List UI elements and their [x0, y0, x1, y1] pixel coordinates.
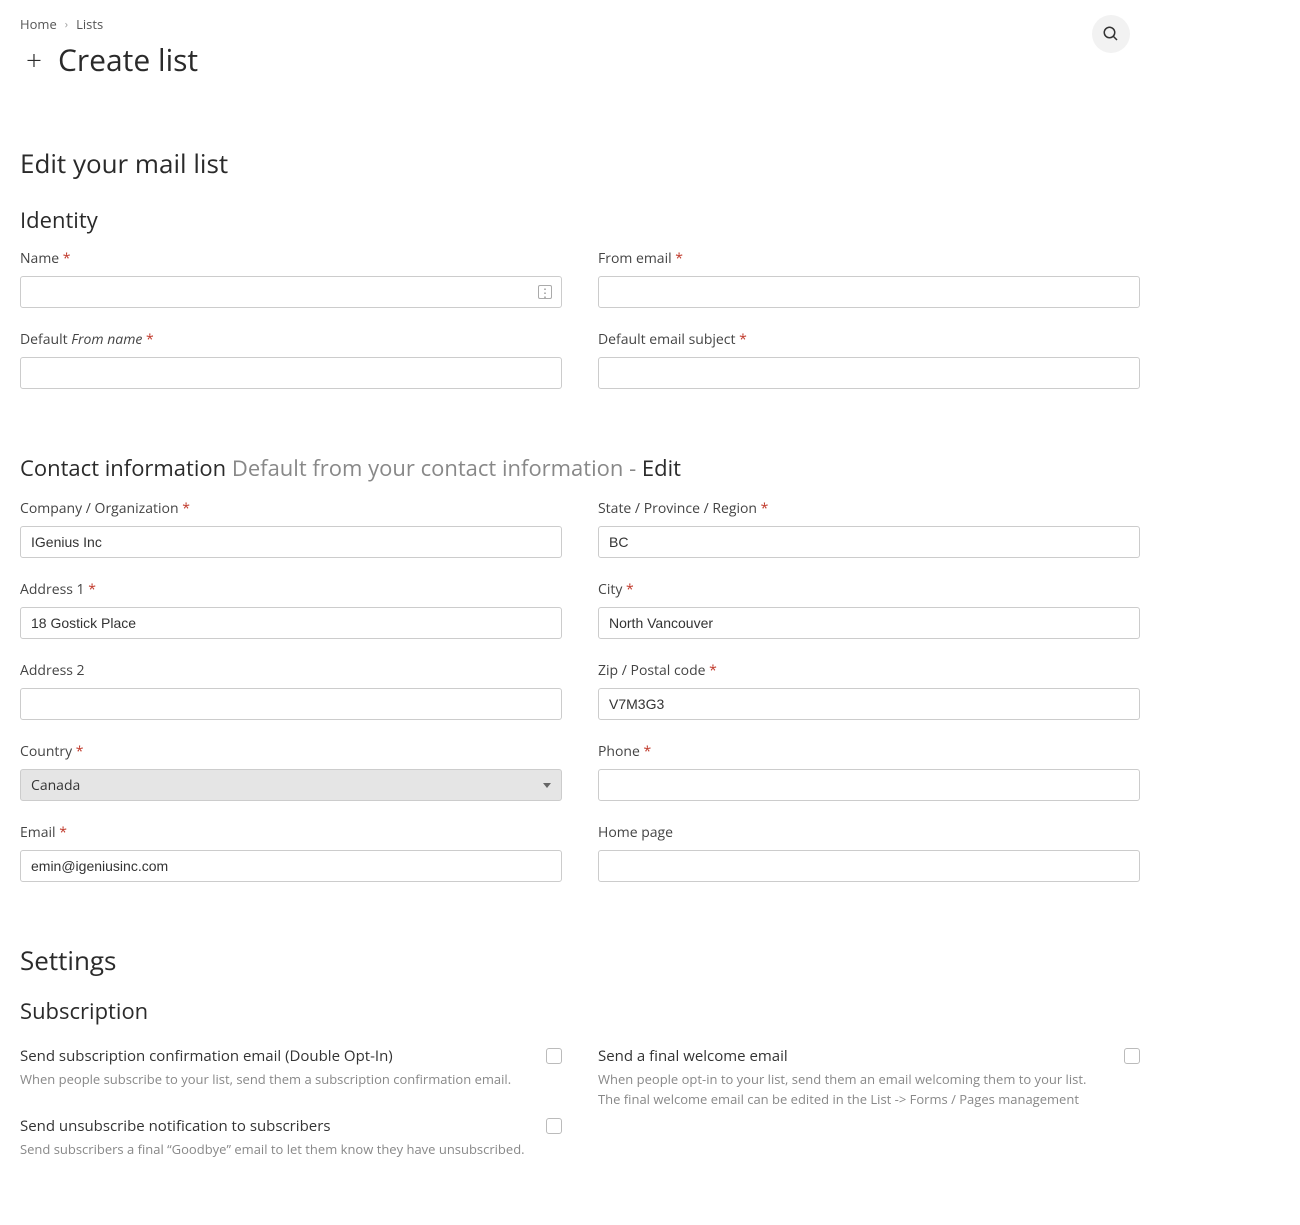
address1-input[interactable] — [20, 607, 562, 639]
section-edit-mail-list: Edit your mail list — [20, 145, 1280, 181]
autofill-icon: ⋮ — [538, 285, 552, 299]
zip-label: Zip / Postal code * — [598, 661, 1140, 680]
default-subject-label: Default email subject * — [598, 330, 1140, 349]
setting-confirm-title: Send subscription confirmation email (Do… — [20, 1046, 530, 1066]
from-email-label: From email * — [598, 249, 1140, 268]
country-select[interactable]: Canada — [20, 769, 562, 801]
breadcrumb-home[interactable]: Home — [20, 15, 57, 33]
page-title: Create list — [58, 39, 198, 80]
address2-input[interactable] — [20, 688, 562, 720]
default-from-name-label: Default From name * — [20, 330, 562, 349]
setting-unsubscribe-title: Send unsubscribe notification to subscri… — [20, 1116, 530, 1136]
setting-unsubscribe-desc: Send subscribers a final “Goodbye” email… — [20, 1140, 530, 1160]
email-input[interactable] — [20, 850, 562, 882]
search-button[interactable] — [1092, 15, 1130, 53]
edit-contact-link[interactable]: Edit — [642, 453, 681, 483]
breadcrumb-lists[interactable]: Lists — [76, 15, 103, 33]
country-label: Country * — [20, 742, 562, 761]
chevron-down-icon — [543, 783, 551, 788]
default-from-name-input[interactable] — [20, 357, 562, 389]
section-settings: Settings — [20, 942, 1280, 978]
address2-label: Address 2 — [20, 661, 562, 680]
section-identity: Identity — [20, 205, 1280, 235]
setting-unsubscribe-checkbox[interactable] — [546, 1118, 562, 1134]
homepage-label: Home page — [598, 823, 1140, 842]
country-select-value: Canada — [31, 776, 80, 795]
default-subject-input[interactable] — [598, 357, 1140, 389]
city-label: City * — [598, 580, 1140, 599]
chevron-right-icon: › — [65, 17, 68, 32]
state-input[interactable] — [598, 526, 1140, 558]
breadcrumb: Home › Lists — [20, 15, 198, 33]
section-contact-info: Contact information Default from your co… — [20, 453, 681, 483]
state-label: State / Province / Region * — [598, 499, 1140, 518]
name-label: Name * — [20, 249, 562, 268]
setting-welcome-desc: When people opt-in to your list, send th… — [598, 1070, 1108, 1109]
setting-welcome-checkbox[interactable] — [1124, 1048, 1140, 1064]
address1-label: Address 1 * — [20, 580, 562, 599]
from-email-input[interactable] — [598, 276, 1140, 308]
zip-input[interactable] — [598, 688, 1140, 720]
company-input[interactable] — [20, 526, 562, 558]
setting-welcome-title: Send a final welcome email — [598, 1046, 1108, 1066]
search-icon — [1102, 25, 1120, 43]
name-input[interactable] — [20, 276, 562, 308]
company-label: Company / Organization * — [20, 499, 562, 518]
section-subscription: Subscription — [20, 996, 1280, 1026]
phone-input[interactable] — [598, 769, 1140, 801]
plus-icon: + — [20, 46, 42, 74]
phone-label: Phone * — [598, 742, 1140, 761]
email-label: Email * — [20, 823, 562, 842]
city-input[interactable] — [598, 607, 1140, 639]
homepage-input[interactable] — [598, 850, 1140, 882]
setting-confirm-desc: When people subscribe to your list, send… — [20, 1070, 530, 1090]
setting-confirm-checkbox[interactable] — [546, 1048, 562, 1064]
